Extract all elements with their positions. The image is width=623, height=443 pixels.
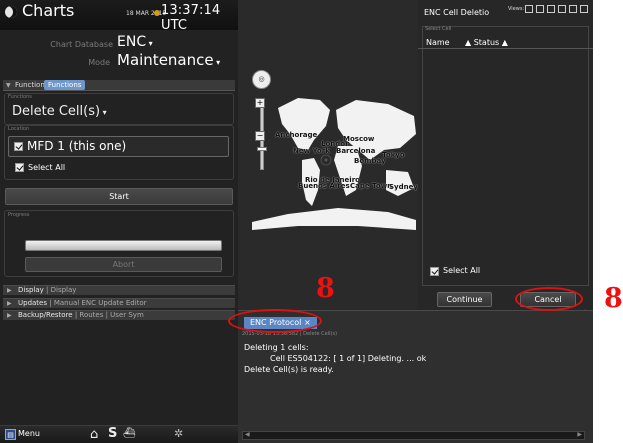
- ship-icon[interactable]: ⛴: [123, 428, 136, 439]
- start-button[interactable]: Start: [5, 188, 233, 205]
- section-updates-sub: | Manual ENC Update Editor: [49, 299, 147, 307]
- annotation-ellipse-protocol-tab: [228, 309, 322, 333]
- functions-caption: Functions: [8, 94, 32, 100]
- section-updates[interactable]: ▶ Updates | Manual ENC Update Editor: [3, 298, 235, 308]
- expand-triangle-icon: ▶: [7, 300, 12, 307]
- chart-database-select[interactable]: ENC ▾: [117, 34, 153, 50]
- section-backup-sub: | Routes | User Sym: [74, 311, 144, 319]
- top-bar: Charts 18 MAR 2015 13:37:14 UTC: [0, 0, 238, 33]
- chart-map[interactable]: Anchorage London Moscow New York Barcelo…: [238, 0, 418, 310]
- mode-label: Mode: [88, 58, 110, 67]
- scroll-left-icon[interactable]: ◀: [245, 431, 250, 438]
- section-backup-title: Backup/Restore: [18, 311, 73, 319]
- select-all-label: Select All: [28, 163, 66, 172]
- city-label: Barcelona: [336, 147, 376, 155]
- select-all-cells-checkbox[interactable]: [430, 267, 439, 276]
- abort-button[interactable]: Abort: [25, 257, 222, 272]
- section-display[interactable]: ▶ Display | Display: [3, 285, 235, 295]
- section-updates-title: Updates: [18, 299, 47, 307]
- protocol-line: Deleting 1 cells:: [244, 343, 309, 352]
- section-display-title: Display: [18, 286, 44, 294]
- bottom-bar: ▤ Menu ⌂ S ⛴ ✲: [0, 425, 238, 443]
- clock-display: 13:37:14 UTC: [161, 3, 221, 33]
- location-caption: Location: [8, 126, 30, 132]
- horizontal-scrollbar[interactable]: ◀ ▶: [242, 431, 585, 440]
- annotation-ellipse-cancel: [515, 287, 583, 311]
- chart-database-label: Chart Database: [50, 40, 113, 49]
- view-layout-icon[interactable]: [569, 5, 577, 13]
- enc-panel-title: ENC Cell Deletio: [424, 8, 490, 17]
- select-all-checkbox[interactable]: [15, 163, 24, 172]
- view-layout-icon[interactable]: [536, 5, 544, 13]
- column-divider: [418, 48, 593, 49]
- view-layout-icon[interactable]: [580, 5, 588, 13]
- clock-status-dot: [154, 10, 160, 16]
- city-label: Cape Town: [350, 182, 393, 190]
- views-label: Views:: [508, 6, 525, 12]
- view-layout-icon[interactable]: [525, 5, 533, 13]
- progress-caption: Progress: [8, 212, 30, 218]
- pan-control-icon[interactable]: ◎: [252, 70, 271, 89]
- collapse-triangle-icon[interactable]: ▼: [6, 82, 11, 89]
- city-label: New York: [293, 147, 330, 155]
- functions-group: Functions Delete Cell(s) ▾: [4, 93, 234, 125]
- enc-cell-deletion-panel: ENC Cell Deletio Views: Select Cell Name…: [418, 0, 593, 310]
- section-display-sub: | Display: [46, 286, 77, 294]
- menu-button[interactable]: Menu: [18, 429, 40, 438]
- functions-tab-header: ▼ Functions Functions: [3, 80, 235, 91]
- location-option-row[interactable]: MFD 1 (this one): [8, 136, 229, 157]
- column-header-status[interactable]: ▲ Status ▲: [465, 38, 508, 47]
- annotation-number: 8: [316, 273, 335, 304]
- scroll-right-icon[interactable]: ▶: [577, 431, 582, 438]
- city-label: Bombay: [354, 157, 386, 165]
- progress-bar: [25, 240, 222, 251]
- continue-button[interactable]: Continue: [437, 292, 492, 307]
- city-label: Buenos Aires: [298, 182, 350, 190]
- annotation-number: 8: [604, 283, 623, 314]
- mode-select[interactable]: Maintenance ▾: [117, 51, 220, 69]
- application-window: Charts 18 MAR 2015 13:37:14 UTC Chart Da…: [0, 0, 593, 443]
- select-cell-caption: Select Cell: [425, 26, 452, 32]
- city-label: Anchorage: [275, 131, 318, 139]
- night-mode-icon[interactable]: [5, 6, 17, 18]
- city-label: Moscow: [343, 135, 375, 143]
- app-title: Charts: [22, 1, 75, 20]
- home-icon[interactable]: ⌂: [90, 427, 98, 442]
- city-label: Sydney: [389, 183, 418, 191]
- protocol-line: Delete Cell(s) is ready.: [244, 365, 334, 374]
- zoom-in-icon[interactable]: +: [255, 98, 265, 108]
- menu-icon[interactable]: ▤: [5, 429, 16, 440]
- function-select[interactable]: Delete Cell(s) ▾: [12, 104, 107, 119]
- column-header-name[interactable]: Name: [426, 38, 450, 47]
- view-layout-icon[interactable]: [547, 5, 555, 13]
- section-backup-restore[interactable]: ▶ Backup/Restore | Routes | User Sym: [3, 310, 235, 320]
- left-panel: Charts 18 MAR 2015 13:37:14 UTC Chart Da…: [0, 0, 238, 443]
- select-all-cells-label: Select All: [443, 266, 481, 275]
- zoom-slider-handle[interactable]: [257, 147, 267, 151]
- view-layout-icon[interactable]: [558, 5, 566, 13]
- select-cell-group: [422, 26, 589, 286]
- location-checkbox[interactable]: [14, 142, 23, 151]
- tab-functions-active[interactable]: Functions: [44, 80, 86, 90]
- location-option-label: MFD 1 (this one): [27, 139, 127, 153]
- expand-triangle-icon: ▶: [7, 312, 12, 319]
- s-mode-button[interactable]: S: [108, 426, 117, 441]
- zoom-out-icon[interactable]: −: [255, 131, 265, 141]
- expand-triangle-icon: ▶: [7, 287, 12, 294]
- crosshair-icon[interactable]: ✲: [174, 427, 183, 440]
- protocol-line: Cell ES504122: [ 1 of 1] Deleting. ... o…: [270, 354, 427, 363]
